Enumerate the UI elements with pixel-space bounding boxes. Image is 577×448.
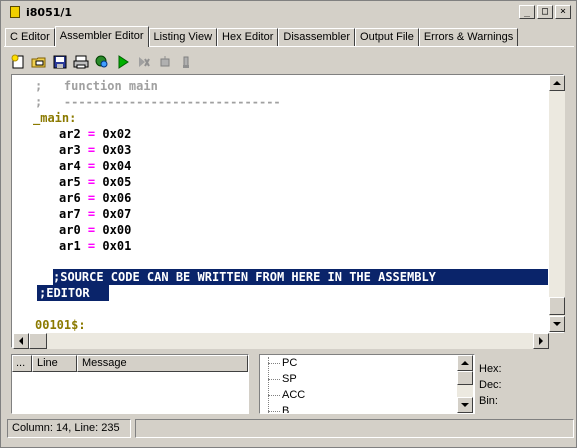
code-line: ar7 = 0x07 [59,207,132,221]
scroll-up-button[interactable] [549,75,565,91]
tab-hex-editor[interactable]: Hex Editor [217,28,279,46]
compile-icon[interactable] [93,53,111,71]
scroll-thumb[interactable] [29,333,47,349]
code-line: ar0 = 0x00 [59,223,132,237]
column-header-line[interactable]: Line [32,355,77,372]
bin-label: Bin: [479,395,498,407]
arrow-up-icon [553,81,561,85]
arrow-down-icon [461,403,469,407]
code-area[interactable]: ; function main ; ----------------------… [13,76,548,333]
app-window: i8051/1 _ □ × C Editor Assembler Editor … [0,0,577,448]
scroll-thumb[interactable] [457,371,473,385]
code-comment: ; function main [35,79,158,93]
open-folder-icon[interactable] [30,53,48,71]
register-scrollbar[interactable] [457,355,473,413]
tab-listing-view[interactable]: Listing View [148,28,218,46]
horizontal-scrollbar[interactable] [13,333,549,349]
selected-text: ;SOURCE CODE CAN BE WRITTEN FROM HERE IN… [53,270,436,284]
dec-label: Dec: [479,379,502,391]
chip-icon [8,5,22,19]
code-label: _main: [33,111,77,125]
close-button[interactable]: × [555,5,571,19]
scroll-down-button[interactable] [457,397,473,413]
scroll-up-button[interactable] [457,355,473,371]
breakpoint-icon[interactable] [156,53,174,71]
selected-text: ;EDITOR [39,286,90,300]
window-title: i8051/1 [26,5,73,19]
register-tree[interactable]: PC SP ACC B [259,354,475,414]
title-bar[interactable]: i8051/1 _ □ × [2,2,575,22]
code-label: 00101$: [35,318,86,332]
scroll-thumb[interactable] [549,297,565,315]
minimize-button[interactable]: _ [519,5,535,19]
tree-item-sp[interactable]: SP [268,372,297,387]
tab-output-file[interactable]: Output File [355,28,419,46]
maximize-button[interactable]: □ [537,5,553,19]
vertical-scrollbar[interactable] [549,75,565,332]
tab-c-editor[interactable]: C Editor [5,28,55,46]
status-bar: Column: 14, Line: 235 [5,419,574,439]
run-icon[interactable] [114,53,132,71]
cursor-position: Column: 14, Line: 235 [7,419,131,438]
arrow-up-icon [461,361,469,365]
scroll-left-button[interactable] [13,333,29,349]
tab-assembler-editor[interactable]: Assembler Editor [54,26,149,47]
tab-errors-warnings[interactable]: Errors & Warnings [418,28,519,46]
status-panel [135,419,574,438]
tab-disassembler[interactable]: Disassembler [278,28,356,46]
arrow-left-icon [19,337,23,345]
column-header-message[interactable]: Message [77,355,248,372]
print-icon[interactable] [72,53,90,71]
step-icon[interactable] [135,53,153,71]
scroll-down-button[interactable] [549,316,565,332]
assembler-editor[interactable]: ; function main ; ----------------------… [11,74,565,349]
scroll-right-button[interactable] [533,333,549,349]
editor-tabs: C Editor Assembler Editor Listing View H… [5,26,519,47]
code-line: ar2 = 0x02 [59,127,132,141]
message-list[interactable]: ... Line Message [11,354,249,414]
code-line: ar6 = 0x06 [59,191,132,205]
arrow-down-icon [553,322,561,326]
arrow-right-icon [539,337,543,345]
code-comment: ; ------------------------------ [35,95,281,109]
save-icon[interactable] [51,53,69,71]
tree-item-acc[interactable]: ACC [268,388,305,403]
message-list-header: ... Line Message [12,355,248,372]
tree-item-pc[interactable]: PC [268,356,297,371]
value-info: Hex: Dec: Bin: [479,361,569,409]
code-line: ar5 = 0x05 [59,175,132,189]
column-header[interactable]: ... [12,355,32,372]
code-line: ar3 = 0x03 [59,143,132,157]
toolbar [9,52,195,72]
code-line: ar4 = 0x04 [59,159,132,173]
code-line: ar1 = 0x01 [59,239,132,253]
new-file-icon[interactable] [9,53,27,71]
debug-icon[interactable] [177,53,195,71]
tree-item-b[interactable]: B [268,404,289,413]
hex-label: Hex: [479,363,502,375]
